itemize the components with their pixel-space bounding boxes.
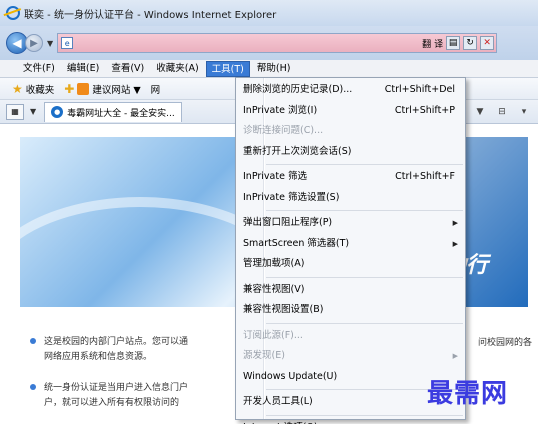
tab-label: 毒霸网址大全 - 最全安实... bbox=[67, 108, 175, 119]
suggested-sites-icon bbox=[77, 82, 90, 95]
menu-tools[interactable]: 工具(T) bbox=[205, 60, 250, 77]
tools-menu-item[interactable]: 管理加载项(A) bbox=[236, 254, 465, 275]
bullet-icon bbox=[30, 384, 36, 390]
tab-duba[interactable]: ● 毒霸网址大全 - 最全安实... bbox=[44, 101, 182, 122]
tools-menu-icon[interactable]: ▾ bbox=[516, 105, 532, 119]
tools-menu-item-label: SmartScreen 筛选器(T) bbox=[243, 237, 350, 249]
submenu-arrow-icon: ▶ bbox=[452, 352, 458, 361]
tools-menu-item-label: 弹出窗口阻止程序(P) bbox=[243, 217, 333, 229]
tools-menu-item[interactable]: 兼容性视图(V) bbox=[236, 280, 465, 301]
tools-menu-item-label: 重新打开上次浏览会话(S) bbox=[243, 145, 352, 157]
address-bar[interactable]: e 翻 译 ▤ ↻ ✕ bbox=[57, 33, 498, 53]
menu-file[interactable]: 文件(F) bbox=[18, 61, 60, 77]
page-favicon-icon: e bbox=[61, 37, 74, 49]
safety-menu-icon[interactable]: ⊟ bbox=[494, 105, 510, 119]
sso-line-2: 户，就可以进入所有有权限访问的 bbox=[44, 398, 180, 408]
tools-menu-item-label: 管理加载项(A) bbox=[243, 258, 305, 270]
window-title: 联奕 - 统一身份认证平台 - Windows Internet Explore… bbox=[24, 9, 277, 21]
duba-favicon-icon: ● bbox=[51, 106, 64, 118]
ie-logo-icon bbox=[6, 6, 20, 20]
tools-menu-item-label: Internet 选项(O) bbox=[243, 418, 465, 424]
sso-line-1: 统一身份认证是当用户进入信息门户 bbox=[44, 383, 189, 393]
intro-right-text: 问校园网的各 bbox=[477, 338, 532, 348]
intro-line-2: 网络应用系统和信息资源。 bbox=[44, 352, 153, 362]
menu-edit[interactable]: 编辑(E) bbox=[62, 61, 104, 77]
forward-arrow-icon[interactable]: ▶ bbox=[25, 34, 43, 52]
tools-menu-item-label: InPrivate 浏览(I) bbox=[243, 104, 318, 116]
menu-bar: 文件(F) 编辑(E) 查看(V) 收藏夹(A) 工具(T) 帮助(H) bbox=[0, 60, 538, 78]
menu-help[interactable]: 帮助(H) bbox=[252, 61, 296, 77]
bullet-icon bbox=[30, 338, 36, 344]
menu-view[interactable]: 查看(V) bbox=[106, 61, 149, 77]
submenu-arrow-icon: ▶ bbox=[452, 219, 458, 228]
tools-menu-item[interactable]: 弹出窗口阻止程序(P) ▶ bbox=[236, 213, 465, 234]
menu-separator bbox=[266, 276, 463, 278]
tools-menu-item[interactable]: 兼容性视图设置(B) bbox=[236, 300, 465, 321]
favorites-label[interactable]: 收藏夹 bbox=[26, 82, 55, 96]
intro-line-1: 这是校园的内部门户站点。您可以通 bbox=[44, 337, 189, 347]
page-menu-icon[interactable]: ▼ bbox=[472, 105, 488, 119]
tools-menu-item-label: InPrivate 筛选 bbox=[243, 171, 307, 183]
watermark-text: 最需网 bbox=[427, 379, 509, 409]
tools-menu-item: 源发现(E) ▶ bbox=[236, 346, 465, 367]
tools-menu-item-label: 兼容性视图(V) bbox=[243, 283, 305, 295]
tools-menu-item-shortcut: Ctrl+Shift+Del bbox=[384, 84, 455, 96]
tools-menu-item-label: 订阅此源(F)... bbox=[243, 329, 303, 341]
menu-separator bbox=[266, 414, 463, 416]
tools-menu-item-label: 删除浏览的历史记录(D)... bbox=[243, 84, 353, 96]
menu-favorites[interactable]: 收藏夹(A) bbox=[151, 61, 203, 77]
add-favorite-icon[interactable]: ✚ bbox=[64, 82, 74, 96]
tools-menu-item-label: 兼容性视图设置(B) bbox=[243, 304, 324, 316]
tools-menu-item[interactable]: SmartScreen 筛选器(T) ▶ bbox=[236, 234, 465, 255]
tools-menu-item[interactable]: Internet 选项(O) bbox=[236, 418, 465, 424]
window-titlebar: 联奕 - 统一身份认证平台 - Windows Internet Explore… bbox=[0, 0, 538, 26]
tools-menu-item-label: 源发现(E) bbox=[243, 350, 285, 362]
tab-list-dropdown-icon[interactable]: ▼ bbox=[30, 107, 36, 116]
command-bar: ▼ ⊟ ▾ bbox=[472, 105, 532, 119]
tools-menu-item-shortcut: Ctrl+Shift+F bbox=[395, 171, 455, 183]
refresh-icon[interactable]: ↻ bbox=[463, 36, 478, 50]
web-slice-label[interactable]: 网 bbox=[151, 82, 161, 96]
tools-menu-item-label: 诊断连接问题(C)... bbox=[243, 125, 324, 137]
submenu-arrow-icon: ▶ bbox=[452, 239, 458, 248]
tools-menu-item-shortcut: Ctrl+Shift+P bbox=[394, 104, 455, 116]
intro-paragraph: 这是校园的内部门户站点。您可以通 网络应用系统和信息资源。 bbox=[30, 335, 188, 365]
menu-separator bbox=[266, 322, 463, 324]
suggested-sites-label[interactable]: 建议网站 ▼ bbox=[92, 82, 140, 96]
tools-dropdown-menu: 删除浏览的历史记录(D)... Ctrl+Shift+Del InPrivate 浏… bbox=[235, 77, 466, 424]
sso-paragraph: 统一身份认证是当用户进入信息门户 户，就可以进入所有有权限访问的 bbox=[30, 381, 188, 411]
quick-tabs-icon[interactable]: ▦ bbox=[6, 103, 24, 120]
tools-menu-item: 订阅此源(F)... bbox=[236, 326, 465, 347]
translate-label-1[interactable]: 翻 bbox=[422, 37, 431, 50]
compat-view-icon[interactable]: ▤ bbox=[446, 36, 461, 50]
history-dropdown-icon[interactable]: ▼ bbox=[47, 39, 53, 48]
tools-menu-item: 诊断连接问题(C)... bbox=[236, 121, 465, 142]
favorites-star-icon[interactable]: ★ bbox=[12, 82, 23, 96]
menu-separator bbox=[266, 164, 463, 165]
tools-menu-item[interactable]: InPrivate 筛选 Ctrl+Shift+F bbox=[236, 167, 465, 188]
address-right-tools: 翻 译 ▤ ↻ ✕ bbox=[422, 36, 495, 50]
menu-separator bbox=[266, 210, 463, 211]
tools-menu-item[interactable]: InPrivate 筛选设置(S) bbox=[236, 188, 465, 209]
address-row: ◀ ▶ ▼ e 翻 译 ▤ ↻ ✕ bbox=[0, 26, 538, 60]
tools-menu-item-label: InPrivate 筛选设置(S) bbox=[243, 191, 340, 203]
tools-menu-item[interactable]: InPrivate 浏览(I) Ctrl+Shift+P bbox=[236, 101, 465, 122]
stop-icon[interactable]: ✕ bbox=[480, 36, 495, 50]
tools-menu-item[interactable]: 删除浏览的历史记录(D)... Ctrl+Shift+Del bbox=[236, 80, 465, 101]
translate-label-2[interactable]: 译 bbox=[434, 37, 443, 50]
tools-menu-item[interactable]: 重新打开上次浏览会话(S) bbox=[236, 142, 465, 163]
